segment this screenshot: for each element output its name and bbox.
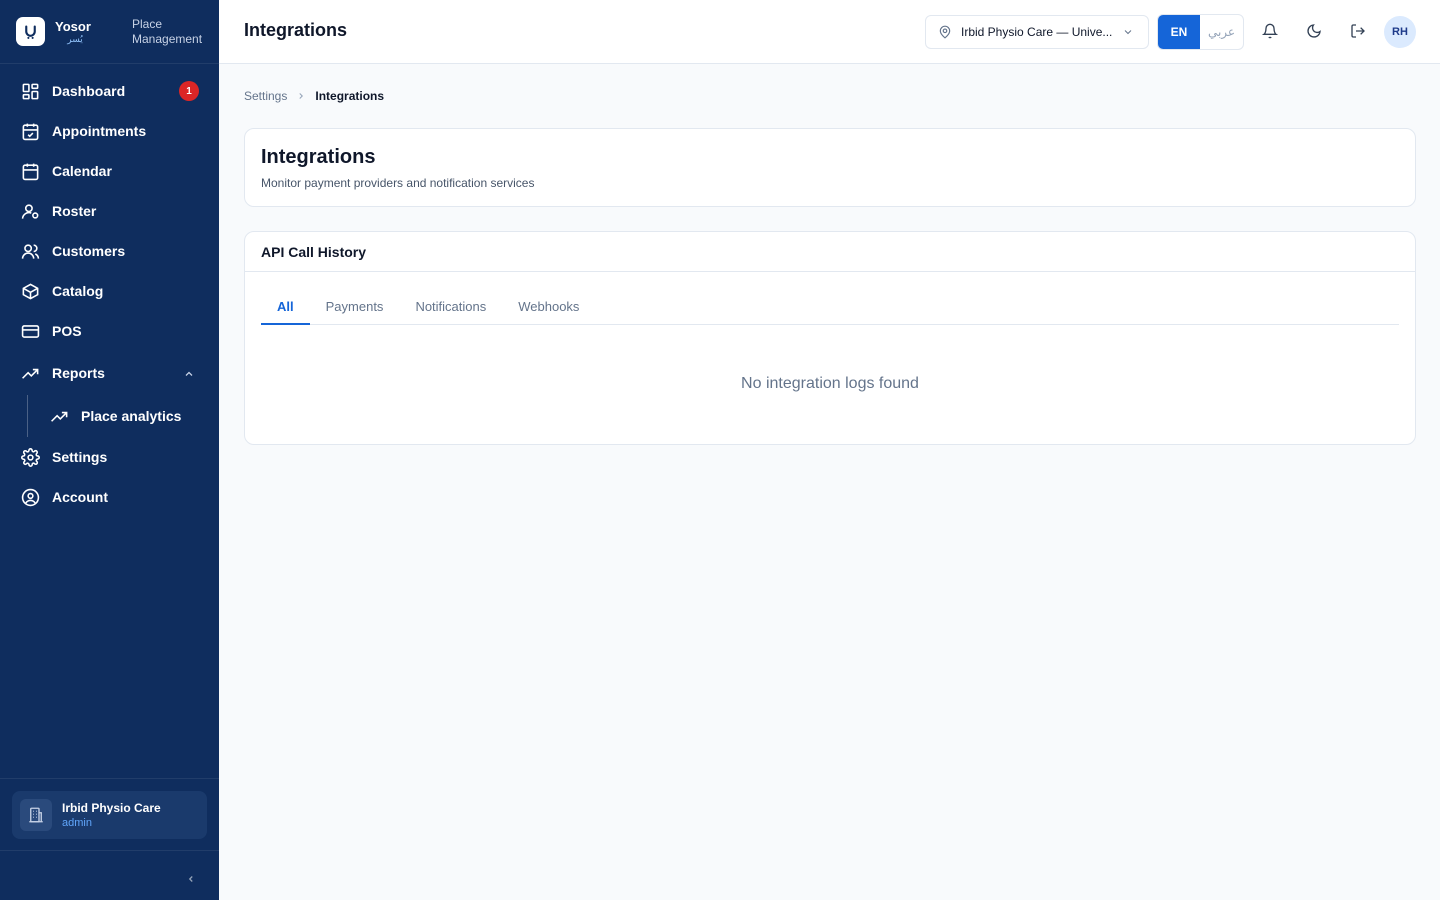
tab-notifications[interactable]: Notifications [399, 288, 502, 324]
chevron-right-icon [296, 91, 306, 101]
sidebar-item-label: Account [52, 489, 108, 505]
current-place-card[interactable]: Irbid Physio Care admin [12, 791, 207, 839]
brand: Yosor يُسر Place Management [0, 0, 219, 64]
user-role: admin [62, 816, 92, 829]
chevron-up-icon[interactable] [183, 367, 195, 383]
place-select-value: Irbid Physio Care — Unive... [961, 25, 1113, 39]
sidebar-item-dashboard[interactable]: Dashboard 1 [8, 71, 211, 111]
notification-count-badge: 1 [179, 81, 199, 101]
brand-subtitle: Place Management [132, 16, 203, 46]
sidebar-item-appointments[interactable]: Appointments [8, 111, 211, 151]
brand-name-arabic: يُسر [67, 33, 83, 44]
bell-icon[interactable] [1261, 22, 1279, 40]
avatar[interactable]: RH [1384, 16, 1416, 48]
place-switcher-section: Irbid Physio Care admin [0, 778, 219, 851]
sidebar-item-label: Settings [52, 449, 108, 465]
users-icon [20, 241, 40, 261]
logo[interactable] [16, 17, 45, 46]
sidebar-item-catalog[interactable]: Catalog [8, 271, 211, 311]
collapse-sidebar-button[interactable] [184, 872, 198, 886]
place-name: Irbid Physio Care [62, 800, 161, 815]
sidebar-item-roster[interactable]: Roster [8, 191, 211, 231]
sidebar-item-label: Calendar [52, 163, 112, 179]
user-cog-icon [20, 201, 40, 221]
breadcrumb-link-settings[interactable]: Settings [244, 89, 287, 103]
sidebar-item-label: Dashboard [52, 83, 126, 99]
sidebar-item-pos[interactable]: POS [8, 311, 211, 351]
trending-up-icon [20, 363, 40, 383]
api-call-history-card: API Call History All Payments Notificati… [244, 231, 1416, 445]
sidebar-item-settings[interactable]: Settings [8, 437, 211, 477]
language-toggle: EN عربي [1157, 14, 1244, 50]
sidebar-item-label: Appointments [52, 123, 147, 139]
breadcrumb-current: Integrations [315, 89, 385, 103]
brand-name: Yosor [55, 18, 91, 34]
place-select[interactable]: Irbid Physio Care — Unive... [925, 15, 1149, 49]
dashboard-icon [20, 81, 40, 101]
lang-ar-button[interactable]: عربي [1200, 15, 1243, 49]
integrations-header-card: Integrations Monitor payment providers a… [244, 128, 1416, 207]
credit-card-icon [20, 321, 40, 341]
map-pin-icon [938, 25, 952, 39]
sidebar-item-label: Customers [52, 243, 126, 259]
history-tabs: All Payments Notifications Webhooks [261, 288, 1399, 325]
box-icon [20, 281, 40, 301]
tab-webhooks[interactable]: Webhooks [502, 288, 595, 324]
sidebar-item-label: Place analytics [81, 408, 182, 424]
breadcrumb: Settings Integrations [244, 89, 384, 103]
building-icon [20, 799, 52, 831]
moon-icon[interactable] [1305, 22, 1323, 40]
card-title: API Call History [245, 232, 1415, 272]
section-title: Integrations [261, 146, 376, 168]
trending-up-icon [49, 406, 69, 426]
page-title: Integrations [244, 20, 348, 40]
calendar-icon [20, 161, 40, 181]
sidebar-item-account[interactable]: Account [8, 477, 211, 517]
lang-en-button[interactable]: EN [1158, 15, 1200, 49]
calendar-check-icon [20, 121, 40, 141]
sidebar-item-place-analytics[interactable]: Place analytics [8, 395, 211, 437]
sidebar-item-label: Roster [52, 203, 97, 219]
chevron-left-icon [188, 876, 193, 882]
tab-payments[interactable]: Payments [310, 288, 400, 324]
sidebar-item-calendar[interactable]: Calendar [8, 151, 211, 191]
sidebar-item-label: Reports [52, 365, 105, 381]
sidebar-item-label: Catalog [52, 283, 104, 299]
tab-all[interactable]: All [261, 288, 310, 325]
empty-state-message: No integration logs found [741, 375, 919, 392]
section-description: Monitor payment providers and notificati… [261, 176, 535, 190]
user-circle-icon [20, 487, 40, 507]
chevron-down-icon [1122, 26, 1134, 41]
sidebar: Yosor يُسر Place Management Dashboard 1 … [0, 0, 219, 900]
topbar: Integrations Irbid Physio Care — Unive..… [219, 0, 1440, 64]
sidebar-item-customers[interactable]: Customers [8, 231, 211, 271]
logout-icon[interactable] [1349, 22, 1367, 40]
sidebar-item-reports[interactable]: Reports [8, 351, 211, 395]
sidebar-item-label: POS [52, 323, 82, 339]
sidebar-nav: Dashboard 1 Appointments Calendar Roster [8, 71, 211, 517]
gear-icon [20, 447, 40, 467]
